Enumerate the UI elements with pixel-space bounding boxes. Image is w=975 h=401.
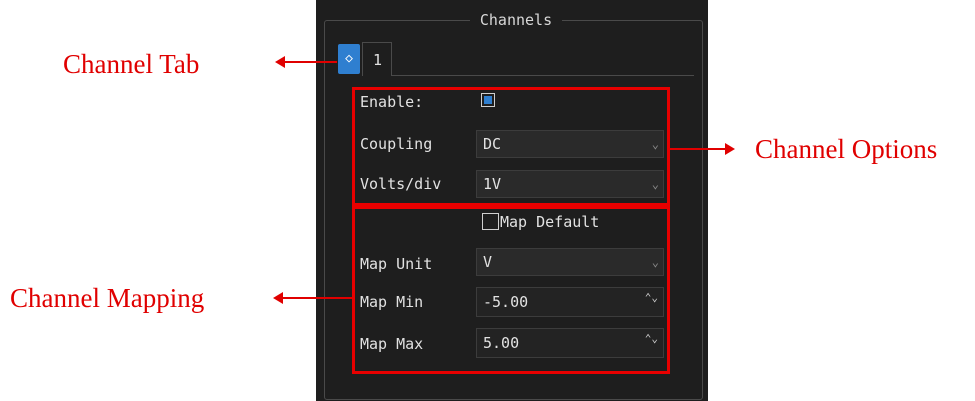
tab-scroll-chevrons-icon[interactable]: ◇ [338, 44, 360, 74]
tab-bar-divider [392, 75, 694, 76]
channel-options-annotation: Channel Options [755, 134, 938, 164]
channel-options-highlight [352, 87, 670, 206]
arrow-line [670, 148, 725, 150]
tab-channel-1[interactable]: 1 [362, 42, 392, 76]
channels-group-title: Channels [470, 10, 562, 30]
arrow-right-icon [725, 143, 735, 155]
channel-tab-annotation: Channel Tab [63, 49, 200, 79]
arrow-line [284, 61, 337, 63]
arrow-line [282, 297, 352, 299]
channel-mapping-annotation: Channel Mapping [10, 283, 205, 313]
channel-mapping-highlight [352, 206, 670, 374]
